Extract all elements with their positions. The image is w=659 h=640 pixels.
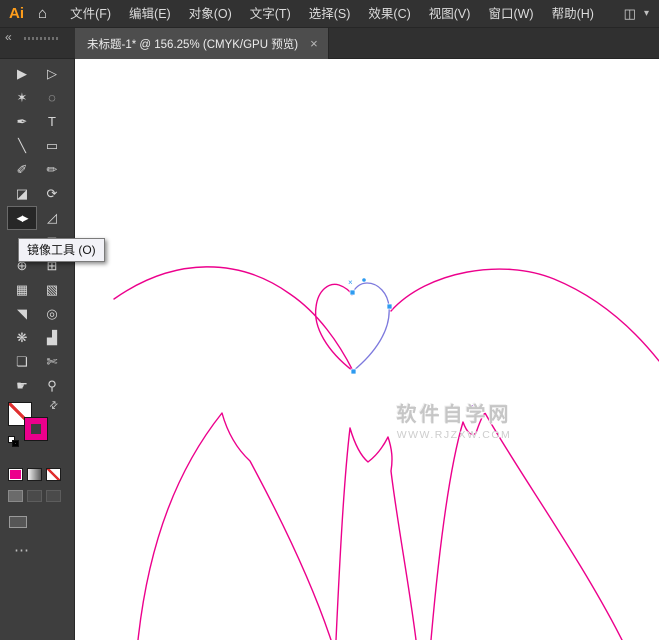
- menu-select[interactable]: 选择(S): [300, 0, 360, 28]
- top-anchor-cross: ×: [348, 278, 353, 287]
- tools-grid: ▶ ▷ ✶ ◌ ✒ T ╲ ▭ ✐ ✏ ◪ ⟳ ◀▶ ◿ ∿ ⊡ ⊕ ⊞ ▦ ▧…: [7, 62, 67, 398]
- draw-mode-row: [8, 490, 61, 502]
- lasso-tool-button[interactable]: ◌: [37, 86, 67, 110]
- blend-tool-button[interactable]: ◎: [37, 302, 67, 326]
- workspace-switcher-icon[interactable]: ◫: [618, 6, 642, 22]
- menu-window[interactable]: 窗口(W): [479, 0, 542, 28]
- line-segment-tool-button[interactable]: ╲: [7, 134, 37, 158]
- panel-collapse-icon[interactable]: «: [5, 30, 12, 44]
- menubar: Ai ⌂ 文件(F) 编辑(E) 对象(O) 文字(T) 选择(S) 效果(C)…: [0, 0, 659, 28]
- home-icon[interactable]: ⌂: [34, 5, 61, 22]
- rectangle-tool-button[interactable]: ▭: [37, 134, 67, 158]
- document-tab[interactable]: 未标题-1* @ 156.25% (CMYK/GPU 预览) ×: [75, 28, 329, 59]
- document-tab-bar: « 未标题-1* @ 156.25% (CMYK/GPU 预览) ×: [0, 28, 659, 59]
- gradient-button[interactable]: [27, 468, 42, 481]
- tools-panel: ▶ ▷ ✶ ◌ ✒ T ╲ ▭ ✐ ✏ ◪ ⟳ ◀▶ ◿ ∿ ⊡ ⊕ ⊞ ▦ ▧…: [0, 59, 75, 640]
- anchor-point[interactable]: [351, 369, 356, 374]
- rotate-tool-button[interactable]: ⟳: [37, 182, 67, 206]
- gradient-tool-button[interactable]: ▧: [37, 278, 67, 302]
- stroke-swatch-magenta[interactable]: [24, 417, 48, 441]
- tool-tooltip: 镜像工具 (O): [18, 238, 105, 262]
- menu-object[interactable]: 对象(O): [180, 0, 241, 28]
- fill-stroke-swatches: ⇄: [8, 402, 60, 448]
- edit-toolbar-button[interactable]: ⋯: [14, 541, 29, 559]
- paint-mode-row: [8, 468, 61, 481]
- default-stroke-chip: [12, 440, 19, 447]
- anchor-point[interactable]: [350, 290, 355, 295]
- draw-normal-button[interactable]: [8, 490, 23, 502]
- menu-type[interactable]: 文字(T): [241, 0, 300, 28]
- anchor-point[interactable]: [387, 304, 392, 309]
- screen-mode-button[interactable]: [9, 516, 27, 528]
- heart-right-selected-path[interactable]: [352, 283, 389, 371]
- magic-wand-tool-button[interactable]: ✶: [7, 86, 37, 110]
- left-cat-outline[interactable]: [138, 413, 331, 640]
- column-graph-tool-button[interactable]: ▟: [37, 326, 67, 350]
- menu-effect[interactable]: 效果(C): [359, 0, 419, 28]
- zoom-tool-button[interactable]: ⚲: [37, 374, 67, 398]
- chevron-down-icon[interactable]: ▾: [642, 8, 649, 19]
- slice-tool-button[interactable]: ✄: [37, 350, 67, 374]
- app-logo[interactable]: Ai: [0, 5, 34, 22]
- default-fill-stroke-icon[interactable]: [8, 436, 20, 447]
- mesh-tool-button[interactable]: ▦: [7, 278, 37, 302]
- tab-close-icon[interactable]: ×: [310, 36, 318, 51]
- center-cat-outline[interactable]: [336, 428, 416, 640]
- menu-view[interactable]: 视图(V): [420, 0, 480, 28]
- artwork-svg: × ×: [75, 59, 659, 640]
- menu-list: 文件(F) 编辑(E) 对象(O) 文字(T) 选择(S) 效果(C) 视图(V…: [61, 0, 603, 28]
- color-button[interactable]: [8, 468, 23, 481]
- direct-selection-tool-button[interactable]: ▷: [37, 62, 67, 86]
- menu-file[interactable]: 文件(F): [61, 0, 120, 28]
- cat-tail-right-path[interactable]: [391, 269, 659, 361]
- hand-tool-button[interactable]: ☛: [7, 374, 37, 398]
- cat-tail-left-path[interactable]: [114, 267, 353, 371]
- menu-edit[interactable]: 编辑(E): [120, 0, 180, 28]
- eraser-tool-button[interactable]: ◪: [7, 182, 37, 206]
- right-cat-outline[interactable]: [431, 413, 622, 640]
- reflect-tool-button[interactable]: ◀▶: [7, 206, 37, 230]
- artboard-tool-button[interactable]: ❏: [7, 350, 37, 374]
- direction-handle-dot[interactable]: [362, 278, 366, 282]
- draw-inside-button[interactable]: [46, 490, 61, 502]
- reflect-origin-mark: ×: [471, 403, 477, 414]
- pencil-tool-button[interactable]: ✏: [37, 158, 67, 182]
- scale-tool-button[interactable]: ◿: [37, 206, 67, 230]
- canvas[interactable]: × × 软件自学网 WWW.RJZXW.COM: [75, 59, 659, 640]
- symbol-sprayer-tool-button[interactable]: ❋: [7, 326, 37, 350]
- menu-help[interactable]: 帮助(H): [543, 0, 603, 28]
- selection-tool-button[interactable]: ▶: [7, 62, 37, 86]
- none-button[interactable]: [46, 468, 61, 481]
- swap-fill-stroke-icon[interactable]: ⇄: [47, 399, 61, 413]
- pen-tool-button[interactable]: ✒: [7, 110, 37, 134]
- draw-behind-button[interactable]: [27, 490, 42, 502]
- paintbrush-tool-button[interactable]: ✐: [7, 158, 37, 182]
- eyedropper-tool-button[interactable]: ◥: [7, 302, 37, 326]
- panel-drag-handle[interactable]: [24, 37, 60, 40]
- heart-left-path[interactable]: [316, 284, 353, 371]
- document-tab-title: 未标题-1* @ 156.25% (CMYK/GPU 预览): [87, 36, 298, 52]
- type-tool-button[interactable]: T: [37, 110, 67, 134]
